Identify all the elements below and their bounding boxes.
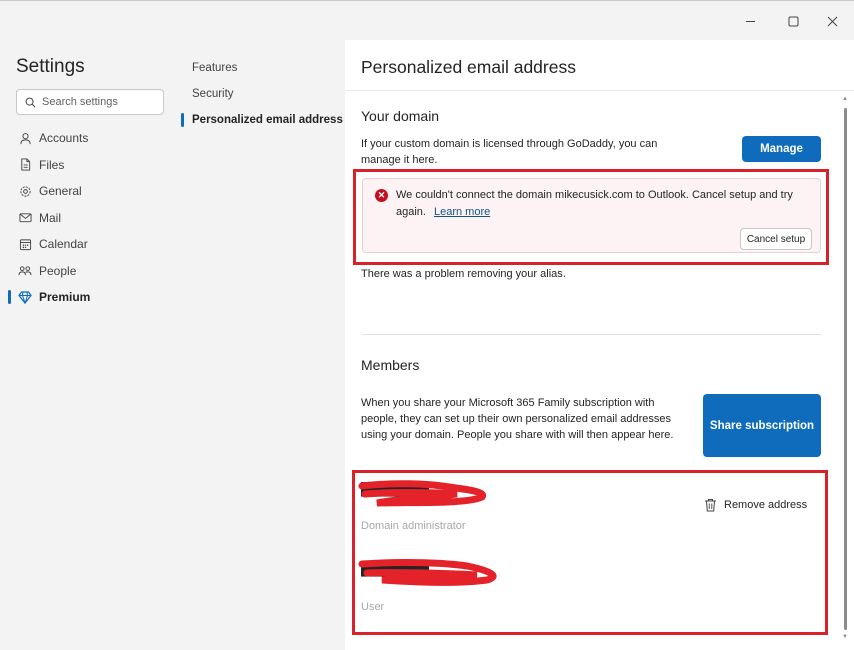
page-title: Personalized email address — [361, 57, 576, 77]
content-header: Personalized email address — [345, 40, 854, 91]
nav-item-files[interactable]: Files — [0, 152, 180, 179]
nav-item-general[interactable]: General — [0, 178, 180, 205]
members-heading: Members — [361, 357, 420, 373]
nav-item-label: Mail — [39, 210, 62, 225]
nav-item-people[interactable]: People — [0, 258, 180, 285]
subnav-item-personalized-email[interactable]: Personalized email address — [180, 107, 345, 133]
nav-item-label: Files — [39, 157, 65, 172]
scroll-up-icon[interactable]: ▲ — [842, 96, 848, 102]
gear-icon — [18, 184, 32, 198]
scrollbar[interactable]: ▲ ▼ — [842, 96, 849, 644]
people-icon — [18, 264, 32, 278]
share-subscription-button[interactable]: Share subscription — [703, 394, 821, 457]
subnav-item-security[interactable]: Security — [180, 81, 345, 107]
diamond-icon — [18, 290, 32, 304]
settings-nav: Settings Accounts Files General Mail Cal… — [0, 40, 180, 650]
calendar-icon — [18, 237, 32, 251]
close-button[interactable] — [819, 9, 845, 33]
section-divider — [362, 334, 821, 335]
your-domain-description: If your custom domain is licensed throug… — [361, 138, 658, 166]
maximize-icon — [788, 16, 798, 26]
scroll-down-icon[interactable]: ▼ — [842, 634, 848, 640]
annotation-box — [353, 169, 829, 265]
search-input[interactable] — [42, 96, 160, 108]
file-icon — [18, 158, 32, 172]
search-icon — [25, 97, 36, 107]
scrollbar-thumb[interactable] — [844, 108, 847, 630]
nav-item-accounts[interactable]: Accounts — [0, 125, 180, 152]
nav-item-label: Accounts — [39, 131, 89, 146]
nav-item-label: Premium — [39, 290, 91, 305]
close-icon — [827, 16, 837, 26]
nav-item-mail[interactable]: Mail — [0, 205, 180, 232]
content-pane: Personalized email address ▲ ▼ Your doma… — [345, 40, 854, 650]
person-icon — [18, 131, 32, 145]
premium-subnav: Features Security Personalized email add… — [180, 40, 345, 650]
mail-icon — [18, 211, 32, 225]
nav-item-calendar[interactable]: Calendar — [0, 231, 180, 258]
alias-error-text: There was a problem removing your alias. — [361, 268, 566, 280]
nav-item-label: People — [39, 263, 77, 278]
minimize-icon — [745, 20, 755, 22]
your-domain-heading: Your domain — [361, 108, 440, 124]
nav-item-premium[interactable]: Premium — [0, 284, 180, 311]
subnav-item-features[interactable]: Features — [180, 55, 345, 81]
manage-button[interactable]: Manage — [742, 136, 821, 162]
nav-item-label: General — [39, 184, 82, 199]
maximize-button[interactable] — [780, 9, 806, 33]
annotation-box — [352, 470, 828, 635]
search-box[interactable] — [16, 89, 164, 115]
nav-item-label: Calendar — [39, 237, 88, 252]
minimize-button[interactable] — [737, 9, 763, 33]
title-bar — [0, 0, 854, 40]
members-description: When you share your Microsoft 365 Family… — [361, 397, 674, 441]
settings-title: Settings — [16, 56, 85, 77]
category-list: Accounts Files General Mail Calendar Peo… — [0, 125, 180, 311]
